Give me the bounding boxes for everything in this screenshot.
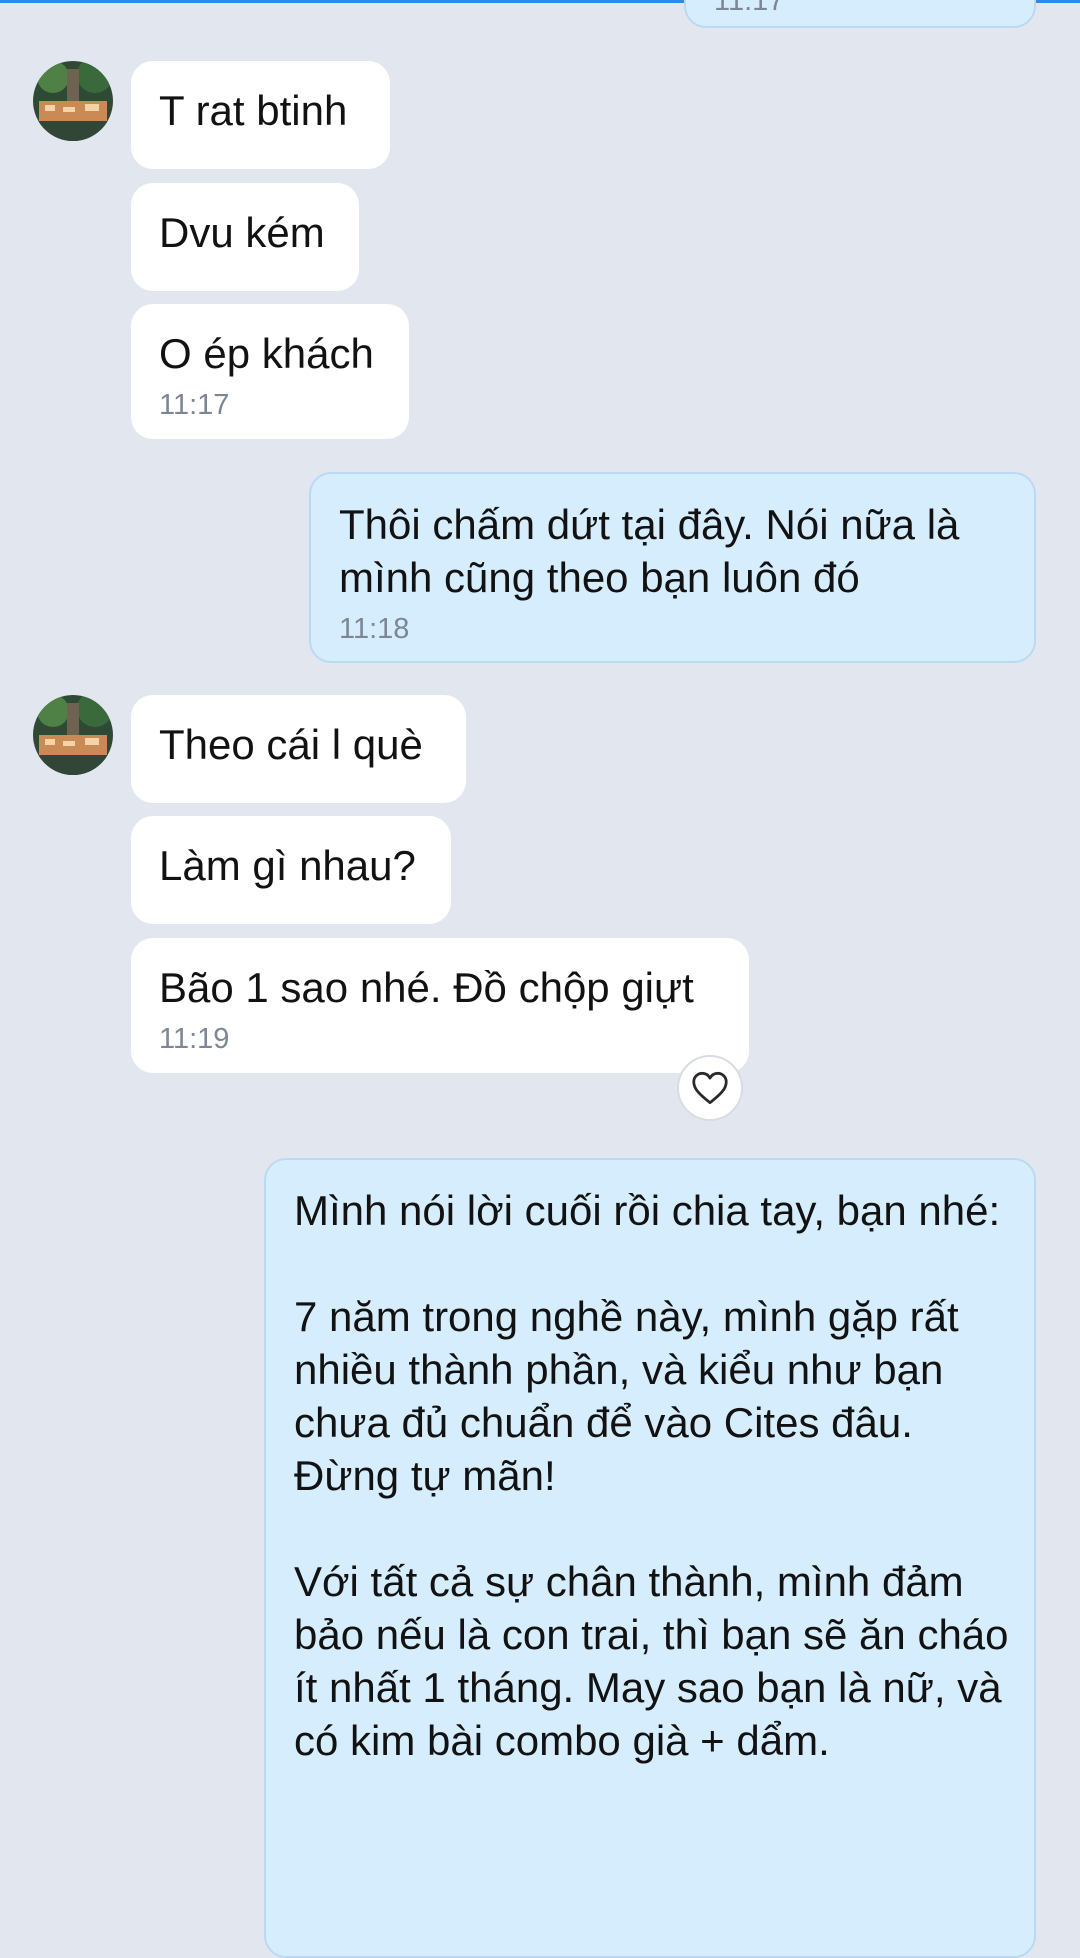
message-text: T rat btinh bbox=[159, 87, 348, 134]
message-timestamp: 11:19 bbox=[159, 1023, 230, 1055]
message-bubble-incoming[interactable]: O ép khách 11:17 bbox=[131, 304, 409, 439]
contact-avatar[interactable] bbox=[33, 695, 113, 775]
message-bubble-outgoing[interactable]: 11:17 bbox=[684, 0, 1036, 28]
message-bubble-outgoing[interactable]: Mình nói lời cuối rồi chia tay, bạn nhé:… bbox=[264, 1158, 1036, 1958]
message-text: Làm gì nhau? bbox=[159, 842, 416, 889]
message-bubble-incoming[interactable]: Theo cái l què bbox=[131, 695, 466, 803]
message-bubble-incoming[interactable]: Dvu kém bbox=[131, 183, 359, 291]
reaction-button[interactable] bbox=[677, 1055, 743, 1121]
contact-avatar[interactable] bbox=[33, 61, 113, 141]
message-text: Mình nói lời cuối rồi chia tay, bạn nhé:… bbox=[294, 1187, 1009, 1764]
message-timestamp: 11:17 bbox=[159, 389, 230, 421]
message-bubble-outgoing[interactable]: Thôi chấm dứt tại đây. Nói nữa là mình c… bbox=[309, 472, 1036, 663]
message-timestamp: 11:18 bbox=[339, 613, 410, 645]
heart-icon bbox=[692, 1071, 728, 1105]
message-text: Bão 1 sao nhé. Đồ chộp giựt bbox=[159, 964, 694, 1011]
avatar-image bbox=[33, 695, 113, 775]
message-bubble-incoming[interactable]: T rat btinh bbox=[131, 61, 390, 169]
message-text: Theo cái l què bbox=[159, 721, 423, 768]
chat-message-list[interactable]: 11:17 T rat btinh Dvu kém O ép khách 11:… bbox=[0, 0, 1080, 1958]
avatar-image bbox=[33, 61, 113, 141]
message-timestamp: 11:17 bbox=[714, 0, 785, 17]
message-text: Thôi chấm dứt tại đây. Nói nữa là mình c… bbox=[339, 501, 972, 601]
message-text: Dvu kém bbox=[159, 209, 325, 256]
message-text: O ép khách bbox=[159, 330, 374, 377]
message-bubble-incoming[interactable]: Bão 1 sao nhé. Đồ chộp giựt 11:19 bbox=[131, 938, 749, 1073]
message-bubble-incoming[interactable]: Làm gì nhau? bbox=[131, 816, 451, 924]
